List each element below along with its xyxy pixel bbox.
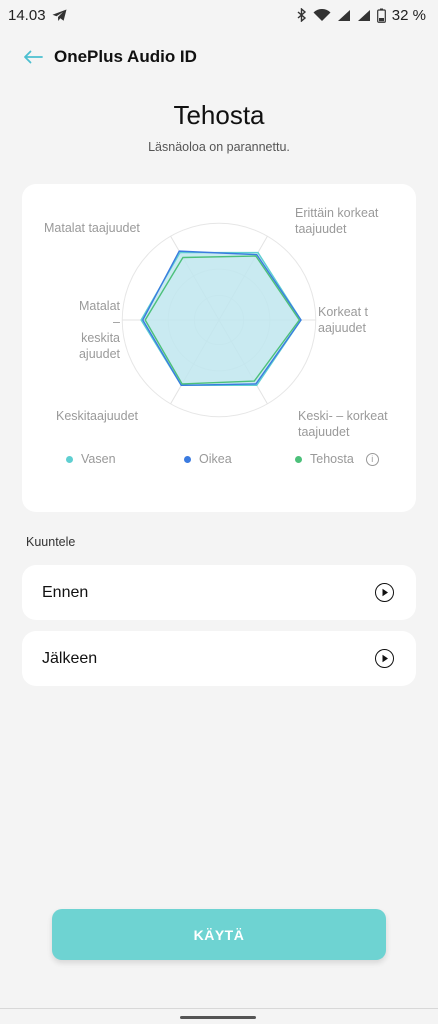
axis-label-mid: Keskitaajuudet <box>56 409 139 423</box>
legend-label: Tehosta <box>310 452 354 466</box>
page-title: OnePlus Audio ID <box>54 47 197 66</box>
legend-label: Oikea <box>199 452 232 466</box>
legend-dot <box>295 455 302 463</box>
mode-subtitle: Läsnäoloa on parannettu. <box>148 140 290 154</box>
axis-label-line: taajuudet <box>295 222 347 236</box>
axis-label-line: aajuudet <box>318 321 366 335</box>
navigation-bar <box>0 1008 438 1024</box>
battery-level: 32 % <box>391 6 426 24</box>
legend-dot <box>184 455 191 463</box>
play-icon[interactable] <box>375 583 394 602</box>
axis-label-line: taajuudet <box>298 425 350 439</box>
legend-left: Vasen <box>66 452 116 466</box>
axis-label-very-high: Erittäin korkeat taajuudet <box>295 205 378 237</box>
before-label: Ennen <box>42 583 89 601</box>
axis-label-high: Korkeat t aajuudet <box>318 304 368 336</box>
signal-icon <box>337 9 351 22</box>
status-left: 14.03 <box>8 7 67 24</box>
axis-label-mid-high: Keski- – korkeat taajuudet <box>298 408 388 440</box>
legend-dot <box>66 455 73 463</box>
gesture-handle[interactable] <box>180 1016 256 1019</box>
app-header: OnePlus Audio ID <box>0 40 438 74</box>
apply-button[interactable]: KÄYTÄ <box>52 909 386 960</box>
axis-label-line: Keski- – korkeat <box>298 409 388 423</box>
legend-right: Oikea <box>184 452 232 466</box>
battery-icon <box>376 8 386 23</box>
axis-label-low-mid: Matalat – keskita ajuudet <box>74 298 120 362</box>
info-icon[interactable]: i <box>365 452 379 466</box>
axis-label-line: ajuudet <box>78 347 120 361</box>
axis-label-line: Korkeat t <box>318 305 369 319</box>
radar-chart-card: Matalat taajuudet Erittäin korkeat taaju… <box>22 184 416 512</box>
back-arrow-icon[interactable] <box>22 46 44 68</box>
clock: 14.03 <box>8 6 46 24</box>
axis-label-line: Erittäin korkeat <box>295 206 379 220</box>
status-right: 32 % <box>297 7 426 24</box>
signal-icon <box>357 9 371 22</box>
play-before-row[interactable]: Ennen <box>22 565 416 620</box>
axis-label-low: Matalat taajuudet <box>44 221 140 235</box>
axis-label-line: Matalat <box>79 299 120 313</box>
legend-label: Vasen <box>81 452 116 466</box>
legend-enhance: Tehosta i <box>295 452 379 466</box>
radar-series-vasen <box>140 251 302 387</box>
axis-label-line: – keskita <box>81 315 120 345</box>
bluetooth-icon <box>297 8 307 22</box>
status-bar: 14.03 32 % <box>0 0 438 30</box>
play-after-row[interactable]: Jälkeen <box>22 631 416 686</box>
telegram-icon <box>52 9 67 22</box>
chart-legend: Vasen Oikea Tehosta i <box>22 452 416 472</box>
listen-section-label: Kuuntele <box>26 535 76 549</box>
play-icon[interactable] <box>375 649 394 668</box>
mode-title: Tehosta <box>173 100 265 130</box>
wifi-icon <box>313 8 331 22</box>
after-label: Jälkeen <box>42 649 98 667</box>
